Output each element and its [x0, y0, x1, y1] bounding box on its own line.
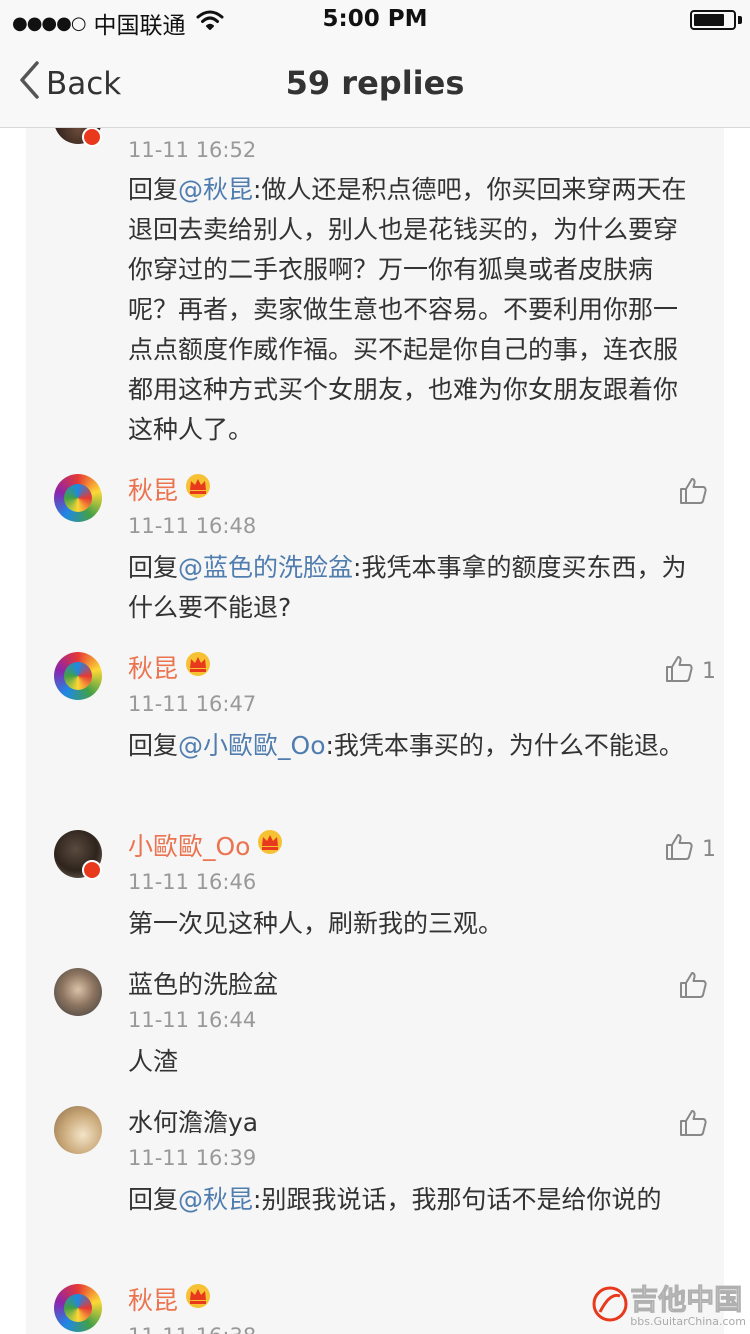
battery-icon: [690, 10, 736, 30]
like-button[interactable]: 1: [664, 654, 716, 688]
page-title: 59 replies: [285, 64, 465, 102]
site-watermark: 吉他中国 bbs.GuitarChina.com: [590, 1284, 746, 1328]
battery-cap: [738, 16, 742, 24]
comment-timestamp: 11-11 16:46: [128, 870, 257, 894]
verified-badge-icon: [82, 860, 102, 880]
thumbs-up-icon: [664, 654, 694, 688]
like-count: 1: [702, 658, 716, 684]
like-button[interactable]: 1: [664, 832, 716, 866]
mention-link[interactable]: @小歐歐_Oo: [178, 731, 325, 760]
comment-timestamp: 11-11 16:44: [128, 1008, 257, 1032]
comment-text: 回复@秋昆:做人还是积点德吧，你买回来穿两天在退回去卖给别人，别人也是花钱买的，…: [128, 175, 687, 444]
like-button[interactable]: [678, 476, 716, 510]
comment-timestamp: 11-11 16:52: [128, 138, 257, 162]
comment-text: 第一次见这种人，刷新我的三观。: [128, 909, 504, 938]
thumbs-up-icon: [678, 476, 708, 510]
username[interactable]: 蓝色的洗脸盆: [128, 965, 278, 1001]
mention-link[interactable]: @蓝色的洗脸盆: [178, 553, 353, 582]
comment-timestamp: 11-11 16:39: [128, 1146, 257, 1170]
avatar[interactable]: [54, 474, 102, 522]
mention-link[interactable]: @秋昆: [178, 1185, 253, 1214]
like-count: 1: [702, 836, 716, 862]
avatar[interactable]: [54, 1284, 102, 1332]
comment-text: 回复@蓝色的洗脸盆:我凭本事拿的额度买东西，为什么要不能退?: [128, 553, 687, 622]
username[interactable]: 水何澹澹ya: [128, 1103, 258, 1139]
verified-badge-icon: [82, 128, 102, 147]
comment-timestamp: 11-11 16:48: [128, 514, 257, 538]
comment-timestamp: 11-11 16:38: [128, 1324, 256, 1334]
thumbs-up-icon: [678, 970, 708, 1004]
crown-badge-icon: [184, 472, 212, 506]
comment-timestamp: 11-11 16:47: [128, 692, 257, 716]
comment-text: 回复@秋昆:别跟我说话，我那句话不是给你说的: [128, 1185, 662, 1214]
crown-badge-icon: [256, 828, 284, 862]
comment-text: 人渣: [128, 1047, 179, 1076]
username[interactable]: 秋昆: [128, 649, 178, 685]
like-button[interactable]: [678, 970, 716, 1004]
guitar-logo-icon: [590, 1284, 630, 1328]
crown-badge-icon: [184, 650, 212, 684]
avatar[interactable]: [54, 968, 102, 1016]
username[interactable]: 秋昆: [128, 1281, 178, 1317]
thumbs-up-icon: [678, 1108, 708, 1142]
comment-text: 回复@小歐歐_Oo:我凭本事买的，为什么不能退。: [128, 731, 684, 760]
avatar[interactable]: [54, 1106, 102, 1154]
username[interactable]: 小歐歐_Oo: [128, 827, 250, 863]
mention-link[interactable]: @秋昆: [178, 175, 253, 204]
status-bar: ●●●●○ 中国联通 5:00 PM: [0, 0, 750, 40]
watermark-title: 吉他中国: [630, 1282, 743, 1316]
comment-feed[interactable]: 11-11 16:52 回复@秋昆:做人还是积点德吧，你买回来穿两天在退回去卖给…: [26, 128, 724, 1334]
nav-bar: Back 59 replies: [0, 40, 750, 128]
like-button[interactable]: [678, 1108, 716, 1142]
crown-badge-icon: [184, 1282, 212, 1316]
avatar[interactable]: [54, 652, 102, 700]
watermark-url: bbs.GuitarChina.com: [630, 1314, 746, 1328]
username[interactable]: 秋昆: [128, 471, 178, 507]
status-time: 5:00 PM: [322, 6, 428, 32]
thumbs-up-icon: [664, 832, 694, 866]
